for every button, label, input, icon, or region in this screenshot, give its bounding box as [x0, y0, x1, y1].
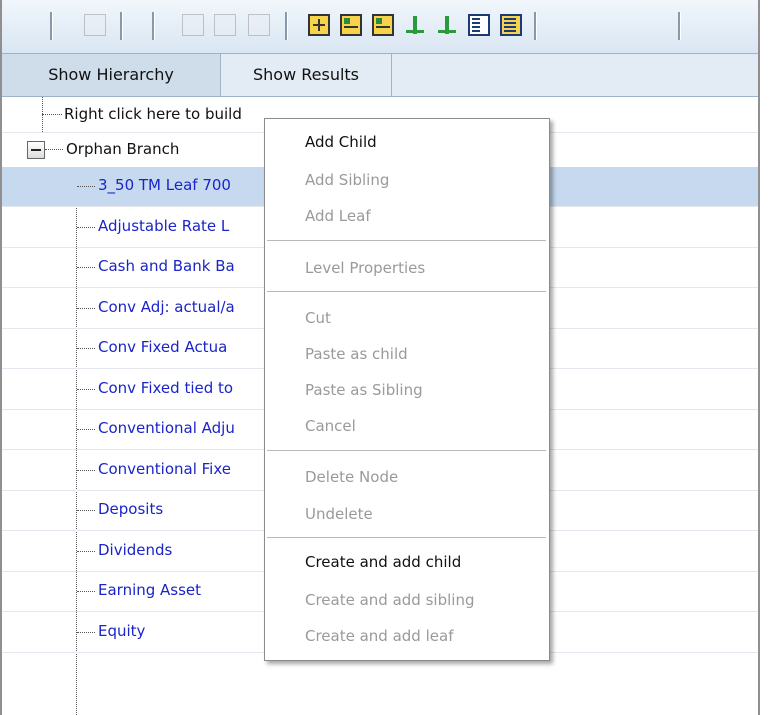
menu-item-level-properties[interactable]: Level Properties: [305, 259, 425, 277]
tree-leaf-label: Conv Fixed Actua: [98, 338, 228, 356]
toolbar-separator: [534, 12, 537, 40]
tree-root-label: Orphan Branch: [66, 140, 180, 158]
tree-connector: [77, 348, 95, 349]
tree-leaf-label: Conventional Adju: [98, 419, 235, 437]
tree-leaf-label: Conv Fixed tied to: [98, 378, 234, 397]
hierarchy-panel: Show Hierarchy Show Results Right click …: [0, 0, 760, 715]
tree-connector: [77, 307, 95, 309]
menu-item-cancel[interactable]: Cancel: [305, 417, 356, 435]
move-left-icon[interactable]: [214, 14, 236, 36]
context-menu: Add Child Add Sibling Add Leaf Level Proper…: [264, 118, 550, 661]
menu-item-paste-as-sibling[interactable]: Paste as Sibling: [305, 381, 423, 399]
tree-leaf-label: Conventional Fixe: [98, 459, 231, 478]
properties-icon[interactable]: [500, 14, 522, 36]
menu-item-undelete[interactable]: Undelete: [305, 505, 373, 523]
menu-item-create-and-add-leaf[interactable]: Create and add leaf: [305, 627, 453, 645]
add-child-icon[interactable]: [308, 14, 330, 36]
move-right-icon[interactable]: [248, 14, 270, 36]
toolbar-separator: [120, 12, 123, 40]
tree-connector: [42, 114, 62, 115]
tree-leaf-label: Conv Adj: actual/a: [98, 297, 235, 316]
tree-connector: [77, 267, 95, 268]
tab-show-hierarchy[interactable]: Show Hierarchy: [2, 54, 221, 96]
toolbar-separator: [678, 12, 681, 40]
tree-connector: [77, 186, 95, 187]
menu-separator: [267, 291, 546, 292]
menu-separator: [267, 240, 546, 241]
menu-separator: [267, 450, 546, 451]
tree-leaf-label: Adjustable Rate L: [98, 216, 230, 235]
tree-leaf-label: 3_50 TM Leaf 700: [98, 176, 231, 194]
tree-connector: [42, 97, 43, 132]
toolbar: [2, 0, 758, 54]
tree-leaf-label: Deposits: [98, 500, 164, 518]
tree-connector: [77, 550, 95, 552]
hierarchy-icon[interactable]: [404, 14, 426, 36]
tree-connector: [77, 469, 95, 471]
collapse-icon[interactable]: [27, 141, 45, 159]
menu-item-create-and-add-sibling[interactable]: Create and add sibling: [305, 591, 474, 609]
tree-leaf-label: Earning Asset: [98, 581, 202, 599]
menu-separator: [267, 537, 546, 538]
add-sibling-icon[interactable]: [340, 14, 362, 36]
menu-item-add-sibling[interactable]: Add Sibling: [305, 171, 389, 189]
find-icon[interactable]: [84, 14, 106, 36]
tree-leaf-label: Dividends: [98, 540, 173, 559]
menu-item-cut[interactable]: Cut: [305, 309, 331, 327]
tree-connector: [77, 388, 95, 390]
tree-connector: [77, 429, 95, 430]
tree-connector: [45, 149, 63, 150]
add-leaf-icon[interactable]: [372, 14, 394, 36]
tab-bar: Show Hierarchy Show Results: [2, 54, 758, 97]
menu-item-create-and-add-child[interactable]: Create and add child: [305, 553, 461, 571]
tree-leaf-label: Cash and Bank Ba: [98, 257, 235, 275]
list-icon[interactable]: [468, 14, 490, 36]
menu-item-add-child[interactable]: Add Child: [305, 133, 377, 151]
toolbar-separator: [285, 12, 288, 40]
tree-connector: [77, 226, 95, 228]
tree-connector: [77, 631, 95, 633]
menu-item-delete-node[interactable]: Delete Node: [305, 468, 398, 486]
tree-connector: [77, 510, 95, 511]
tree-connector: [77, 591, 95, 592]
tab-show-results[interactable]: Show Results: [221, 54, 392, 96]
toolbar-separator: [50, 12, 53, 40]
hierarchy-add-icon[interactable]: [436, 14, 458, 36]
move-up-icon[interactable]: [182, 14, 204, 36]
menu-item-paste-as-child[interactable]: Paste as child: [305, 345, 408, 363]
tree-leaf-label: Equity: [98, 621, 146, 640]
tree-hint-text: Right click here to build: [64, 105, 242, 123]
toolbar-separator: [152, 12, 155, 40]
menu-item-add-leaf[interactable]: Add Leaf: [305, 207, 371, 225]
